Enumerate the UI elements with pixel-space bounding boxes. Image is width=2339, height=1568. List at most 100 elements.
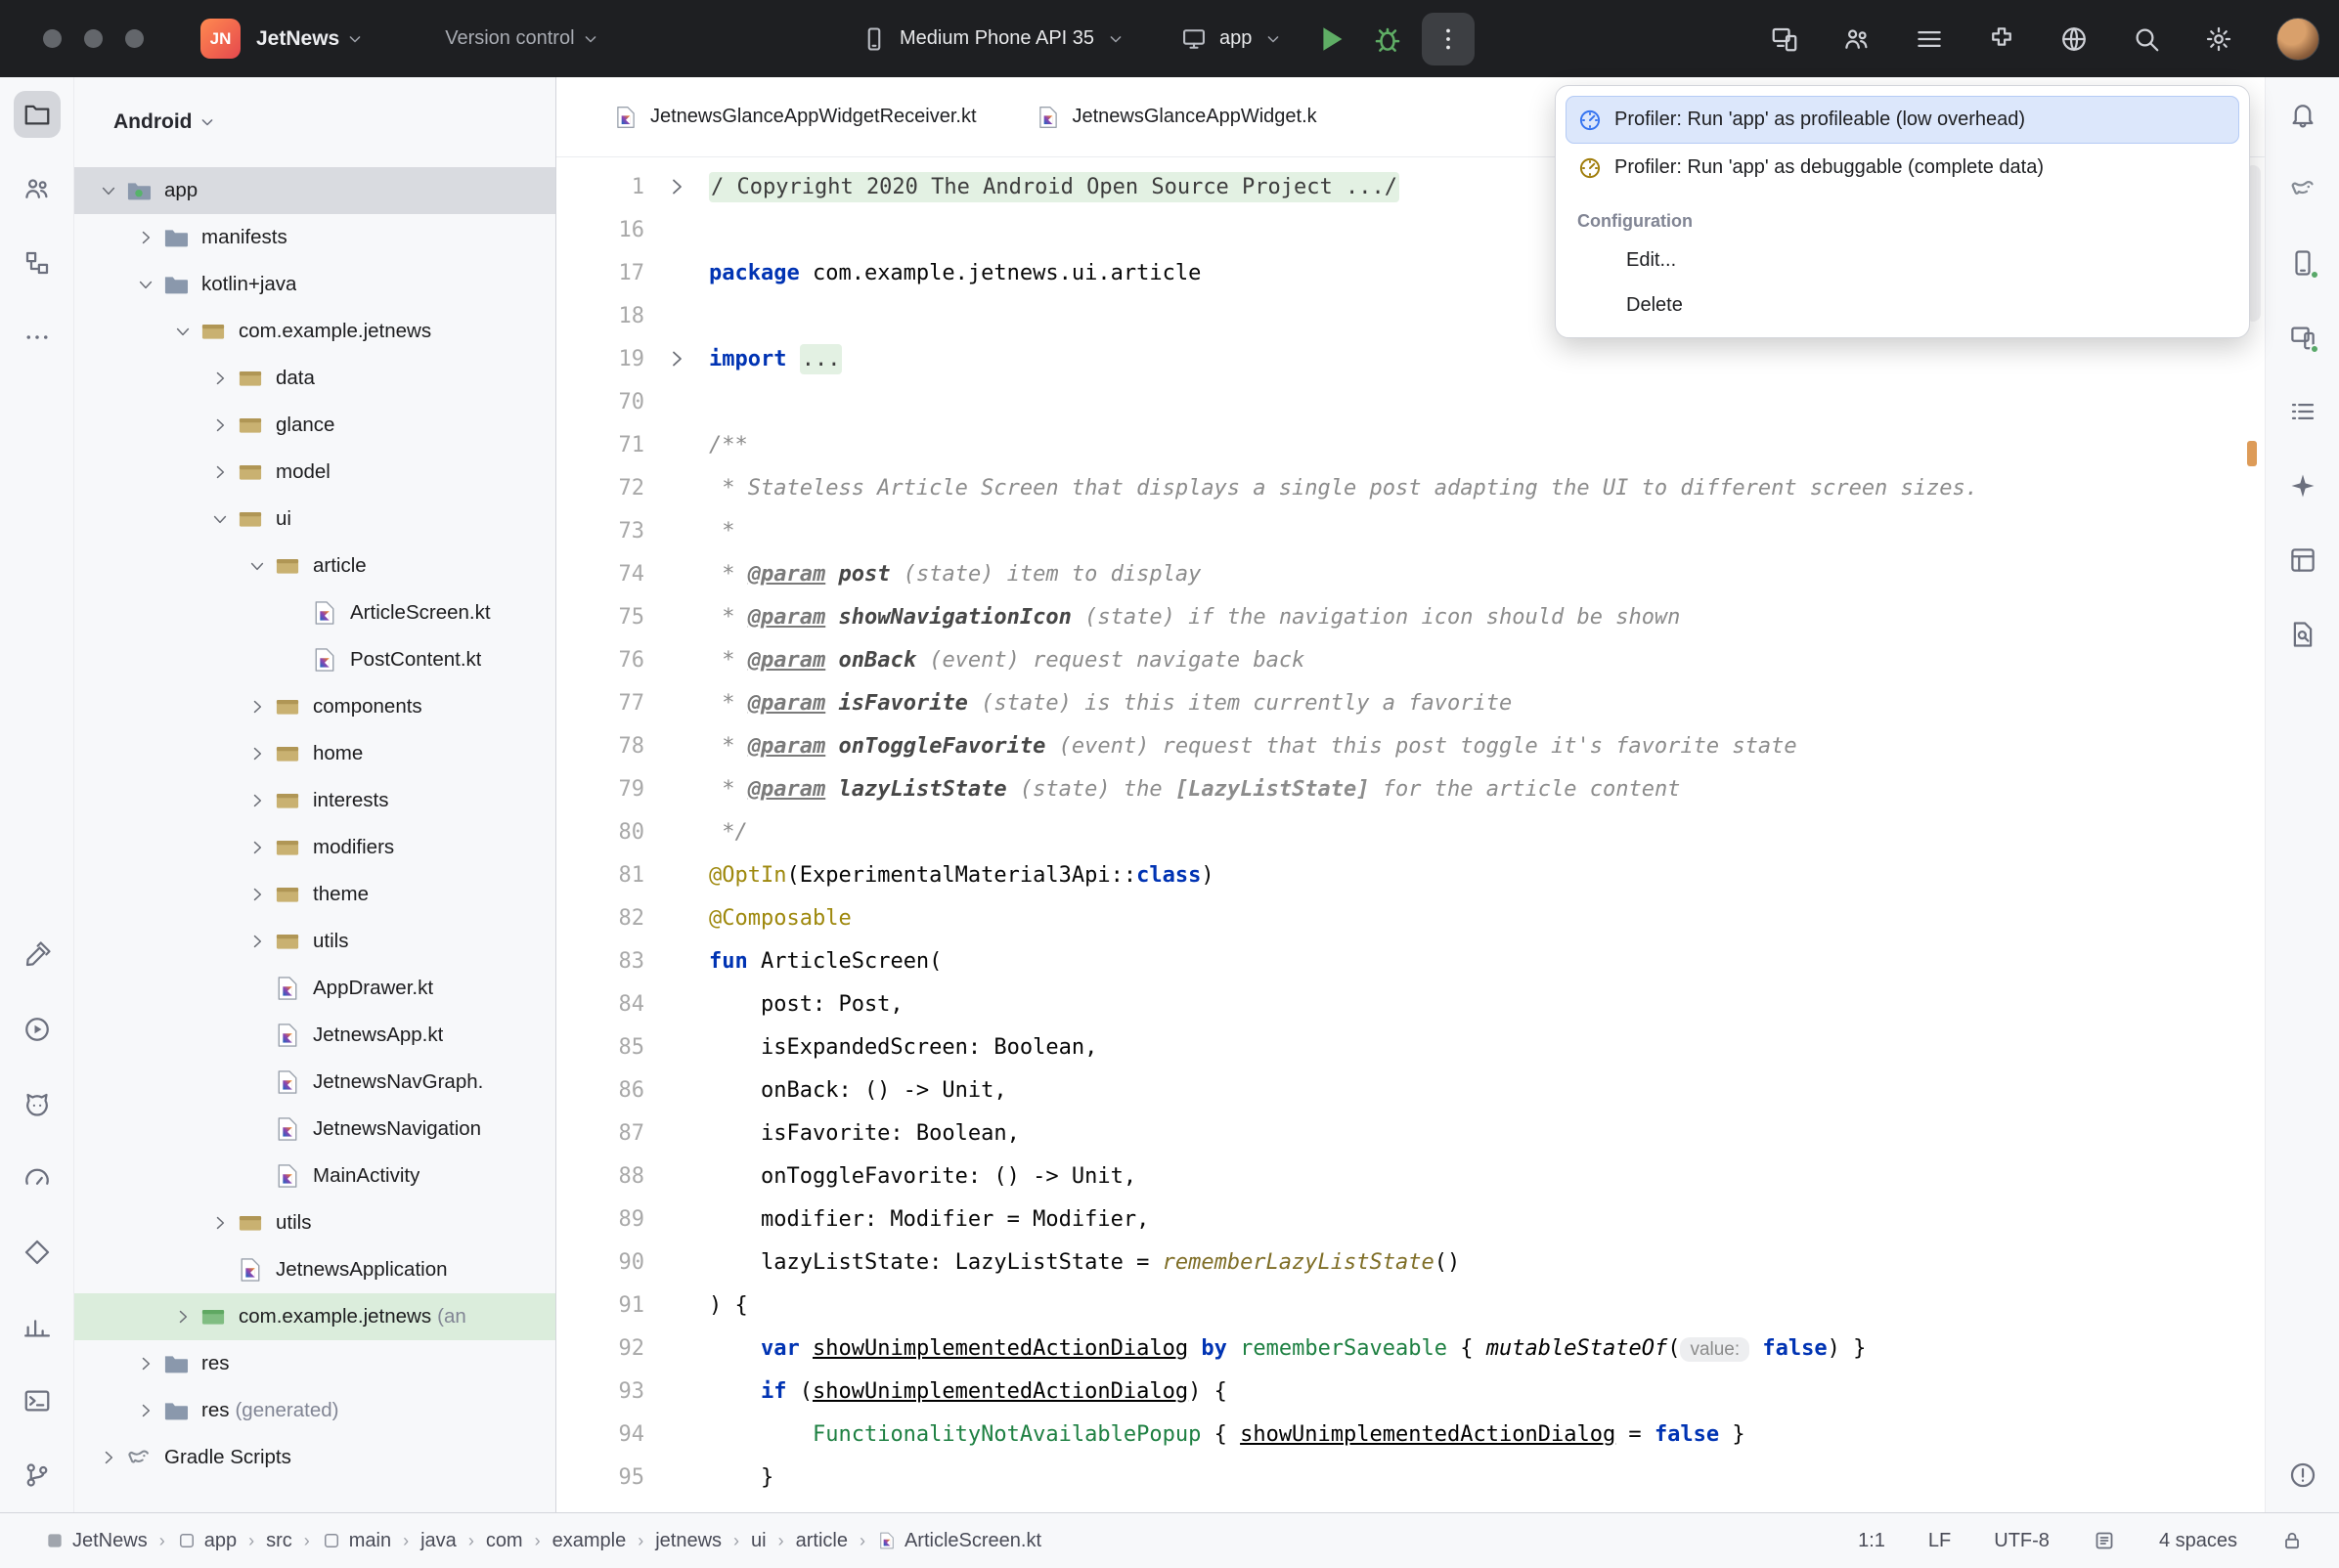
tree-item-res[interactable]: res (74, 1340, 555, 1387)
chevron-right-icon[interactable] (166, 1304, 199, 1329)
tab-jetnewsglanceappwidgetreceiver[interactable]: JetnewsGlanceAppWidgetReceiver.kt (584, 77, 1006, 156)
chevron-right-icon[interactable] (129, 1398, 162, 1423)
tree-item-com-example-jetnews[interactable]: com.example.jetnews (74, 308, 555, 355)
build-analyzer-icon[interactable] (14, 1303, 61, 1350)
chevron-right-icon[interactable] (241, 929, 274, 954)
chevron-down-icon[interactable] (241, 553, 274, 579)
breadcrumb-item-src[interactable]: src (266, 1530, 292, 1552)
breadcrumb-item-example[interactable]: example (552, 1530, 627, 1552)
layout-inspector-icon[interactable] (2279, 537, 2326, 584)
notifications-icon[interactable] (2279, 91, 2326, 138)
tree-item-appdrawer-kt[interactable]: AppDrawer.kt (74, 965, 555, 1012)
tree-item-utils[interactable]: utils (74, 1199, 555, 1246)
indent-setting[interactable]: 4 spaces (2159, 1530, 2237, 1552)
menu-item-edit[interactable]: Edit... (1566, 238, 2239, 283)
tree-item-model[interactable]: model (74, 449, 555, 496)
chevron-right-icon[interactable] (203, 413, 237, 438)
tree-item-manifests[interactable]: manifests (74, 214, 555, 261)
breadcrumb-item-jetnews[interactable]: jetnews (655, 1530, 722, 1552)
version-control-icon[interactable] (14, 1452, 61, 1499)
project-menu[interactable]: JetNews (256, 27, 339, 51)
chevron-down-icon[interactable] (203, 506, 237, 532)
code-area[interactable]: 1/ Copyright 2020 The Android Open Sourc… (556, 157, 2265, 1512)
app-insights-icon[interactable] (2279, 611, 2326, 658)
breadcrumb-item-article[interactable]: article (796, 1530, 848, 1552)
tree-item-utils[interactable]: utils (74, 918, 555, 965)
tree-item-data[interactable]: data (74, 355, 555, 402)
version-control-menu[interactable]: Version control (445, 27, 574, 50)
tree-item-interests[interactable]: interests (74, 777, 555, 824)
gradle-icon[interactable] (2279, 165, 2326, 212)
todo-icon[interactable] (2279, 388, 2326, 435)
breadcrumb-item-com[interactable]: com (486, 1530, 523, 1552)
tree-item-jetnewsnavgraph[interactable]: JetnewsNavGraph. (74, 1059, 555, 1106)
lock-icon[interactable] (2280, 1529, 2304, 1552)
menu-item-profiler-profileable[interactable]: Profiler: Run 'app' as profileable (low … (1566, 96, 2239, 144)
chevron-right-icon[interactable] (203, 1210, 237, 1236)
tree-item-mainactivity[interactable]: MainActivity (74, 1153, 555, 1199)
chevron-right-icon[interactable] (241, 882, 274, 907)
chevron-down-icon[interactable] (92, 178, 125, 203)
device-manager-icon[interactable] (2279, 240, 2326, 286)
settings-icon[interactable] (2204, 24, 2233, 54)
profiler-icon[interactable] (14, 1154, 61, 1201)
tree-item-article[interactable]: article (74, 543, 555, 589)
chevron-right-icon[interactable] (203, 459, 237, 485)
tree-item-kotlin-java[interactable]: kotlin+java (74, 261, 555, 308)
chevron-right-icon[interactable] (241, 835, 274, 860)
chevron-right-icon[interactable] (92, 1445, 125, 1470)
tree-item-gradle-scripts[interactable]: Gradle Scripts (74, 1434, 555, 1481)
tree-item-postcontent-kt[interactable]: PostContent.kt (74, 636, 555, 683)
search-icon[interactable] (2132, 24, 2161, 54)
breadcrumb-item-app[interactable]: app (177, 1530, 237, 1552)
chevron-right-icon[interactable] (203, 366, 237, 391)
minimize-button[interactable] (84, 29, 103, 48)
fold-marker-icon[interactable] (644, 347, 709, 370)
file-encoding[interactable]: UTF-8 (1994, 1530, 2050, 1552)
running-devices-icon[interactable] (2279, 314, 2326, 361)
breadcrumb-item-main[interactable]: main (322, 1530, 391, 1552)
breadcrumb-item-java[interactable]: java (420, 1530, 457, 1552)
device-mirror-icon[interactable] (1770, 24, 1799, 54)
chevron-right-icon[interactable] (241, 694, 274, 719)
more-actions-button[interactable] (1422, 13, 1475, 65)
breadcrumb-item-ui[interactable]: ui (751, 1530, 767, 1552)
cursor-position[interactable]: 1:1 (1858, 1530, 1885, 1552)
chevron-down-icon[interactable] (129, 272, 162, 297)
code-with-me-icon[interactable] (1842, 24, 1872, 54)
breadcrumb-item-jetnews[interactable]: JetNews (45, 1530, 148, 1552)
tree-item-jetnewsapp-kt[interactable]: JetnewsApp.kt (74, 1012, 555, 1059)
tree-item-app[interactable]: app (74, 167, 555, 214)
editor-config-icon[interactable] (2093, 1529, 2116, 1552)
menu-item-profiler-debuggable[interactable]: Profiler: Run 'app' as debuggable (compl… (1566, 144, 2239, 192)
ai-assistant-icon[interactable] (2279, 462, 2326, 509)
build-icon[interactable] (14, 932, 61, 979)
menu-item-delete[interactable]: Delete (1566, 283, 2239, 327)
run-button[interactable] (1312, 21, 1349, 58)
avatar[interactable] (2276, 18, 2319, 61)
tree-item-res[interactable]: res (generated) (74, 1387, 555, 1434)
chevron-right-icon[interactable] (129, 225, 162, 250)
tree-item-home[interactable]: home (74, 730, 555, 777)
chevron-right-icon[interactable] (129, 1351, 162, 1376)
problems-icon[interactable] (2279, 1452, 2326, 1499)
remote-dev-icon[interactable] (2059, 24, 2089, 54)
zoom-button[interactable] (125, 29, 144, 48)
tab-jetnewsglanceappwidget[interactable]: JetnewsGlanceAppWidget.k (1006, 77, 1346, 156)
line-separator[interactable]: LF (1928, 1530, 1951, 1552)
chevron-down-icon[interactable] (166, 319, 199, 344)
structure-icon[interactable] (14, 240, 61, 286)
tree-item-components[interactable]: components (74, 683, 555, 730)
project-icon[interactable] (14, 91, 61, 138)
plugins-icon[interactable] (1987, 24, 2016, 54)
tree-item-theme[interactable]: theme (74, 871, 555, 918)
run-config-selector[interactable]: app (1219, 27, 1252, 50)
tree-item-jetnewsapplication[interactable]: JetnewsApplication (74, 1246, 555, 1293)
tree-item-glance[interactable]: glance (74, 402, 555, 449)
tree-item-jetnewsnavigation[interactable]: JetnewsNavigation (74, 1106, 555, 1153)
logcat-icon[interactable] (14, 1080, 61, 1127)
terminal-icon[interactable] (14, 1377, 61, 1424)
run-icon[interactable] (14, 1006, 61, 1053)
tree-item-com-example-jetnews[interactable]: com.example.jetnews (an (74, 1293, 555, 1340)
tree-item-ui[interactable]: ui (74, 496, 555, 543)
